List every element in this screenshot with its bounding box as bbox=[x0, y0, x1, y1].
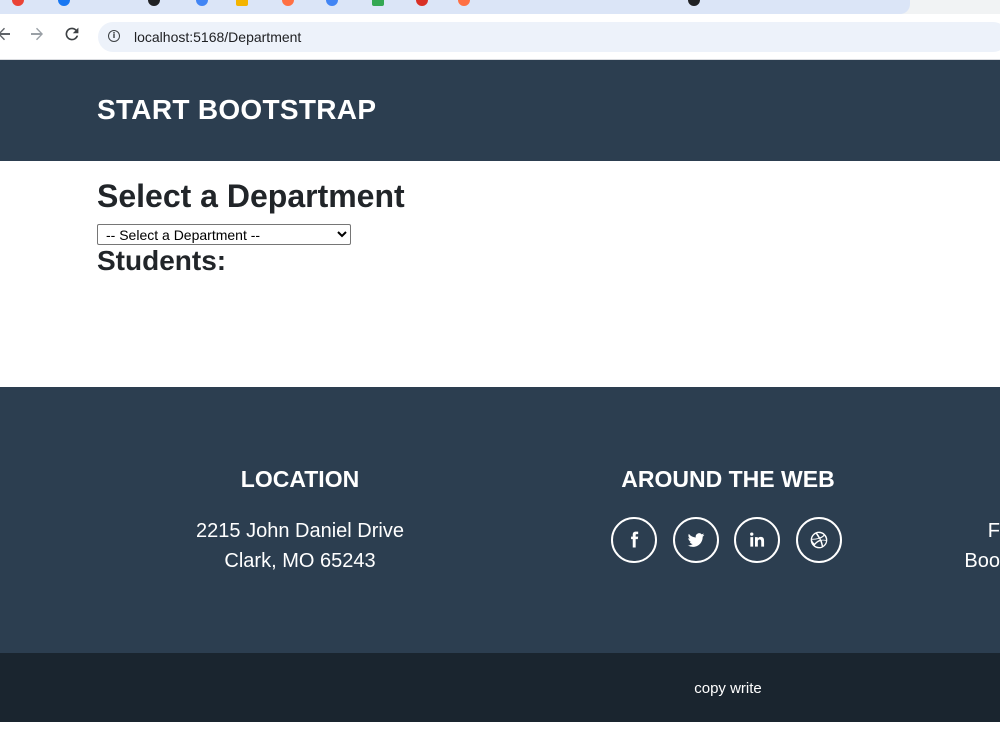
page-bottom bbox=[0, 722, 1000, 750]
tab-favicon-icon[interactable] bbox=[12, 0, 24, 6]
tab-favicon-icon[interactable] bbox=[148, 0, 160, 6]
forward-button[interactable] bbox=[25, 22, 49, 46]
facebook-button[interactable] bbox=[611, 517, 657, 563]
twitter-button[interactable] bbox=[673, 517, 719, 563]
address-line-1: 2215 John Daniel Drive bbox=[196, 520, 404, 542]
reload-icon bbox=[65, 27, 79, 41]
brand-link[interactable]: START BOOTSTRAP bbox=[97, 93, 376, 127]
students-heading: Students: bbox=[97, 245, 227, 276]
tab-favicon-icon[interactable] bbox=[58, 0, 70, 6]
tab-favicon-icon[interactable] bbox=[688, 0, 700, 6]
department-select[interactable]: -- Select a Department -- bbox=[97, 224, 351, 245]
tab-favicon-icon[interactable] bbox=[326, 0, 338, 6]
around-the-web-heading: AROUND THE WEB bbox=[621, 466, 835, 492]
tab-favicon-icon[interactable] bbox=[282, 0, 294, 6]
location-heading: LOCATION bbox=[240, 466, 360, 492]
arrow-right-icon bbox=[31, 27, 43, 41]
dribbble-icon bbox=[810, 531, 828, 549]
facebook-icon bbox=[631, 531, 639, 548]
page-title: Select a Department bbox=[97, 178, 405, 214]
linkedin-icon bbox=[750, 532, 765, 547]
back-button[interactable] bbox=[0, 22, 16, 46]
reload-button[interactable] bbox=[60, 22, 84, 46]
tab-favicons bbox=[0, 0, 910, 6]
copyright-text: copy write bbox=[694, 680, 762, 697]
tab-favicon-icon[interactable] bbox=[416, 0, 428, 6]
address-line-2: Clark, MO 65243 bbox=[224, 550, 376, 572]
about-text-line-1: F bbox=[987, 520, 1000, 542]
tab-favicon-icon[interactable] bbox=[372, 0, 384, 6]
tab-favicon-icon[interactable] bbox=[236, 0, 248, 6]
dribbble-button[interactable] bbox=[796, 517, 842, 563]
info-icon[interactable]: i bbox=[108, 30, 120, 42]
arrow-left-icon bbox=[0, 27, 10, 41]
linkedin-button[interactable] bbox=[734, 517, 780, 563]
url-text[interactable]: localhost:5168/Department bbox=[134, 28, 301, 46]
tab-favicon-icon[interactable] bbox=[458, 0, 470, 6]
tab-favicon-icon[interactable] bbox=[196, 0, 208, 6]
twitter-icon bbox=[687, 533, 705, 547]
browser-tab-strip bbox=[0, 0, 1000, 14]
about-text-line-2: Boo bbox=[964, 550, 1000, 572]
